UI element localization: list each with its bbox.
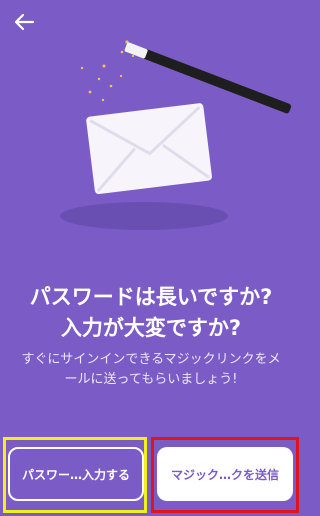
magic-envelope-icon [60,40,292,230]
enter-password-button[interactable]: パスワー…入力する [8,447,144,501]
magic-envelope-illustration [0,30,302,270]
headline: パスワードは長いですか? 入力が大変ですか? [0,282,302,344]
description-text: すぐにサインインできるマジックリンクをメールに送ってもらいましょう! [21,352,281,387]
headline-line-1: パスワードは長いですか? [29,285,273,309]
headline-line-2: 入力が大変ですか? [60,316,242,340]
action-buttons: パスワー…入力する マジック…クを送信 [0,434,302,516]
send-magic-link-button[interactable]: マジック…クを送信 [157,447,293,501]
